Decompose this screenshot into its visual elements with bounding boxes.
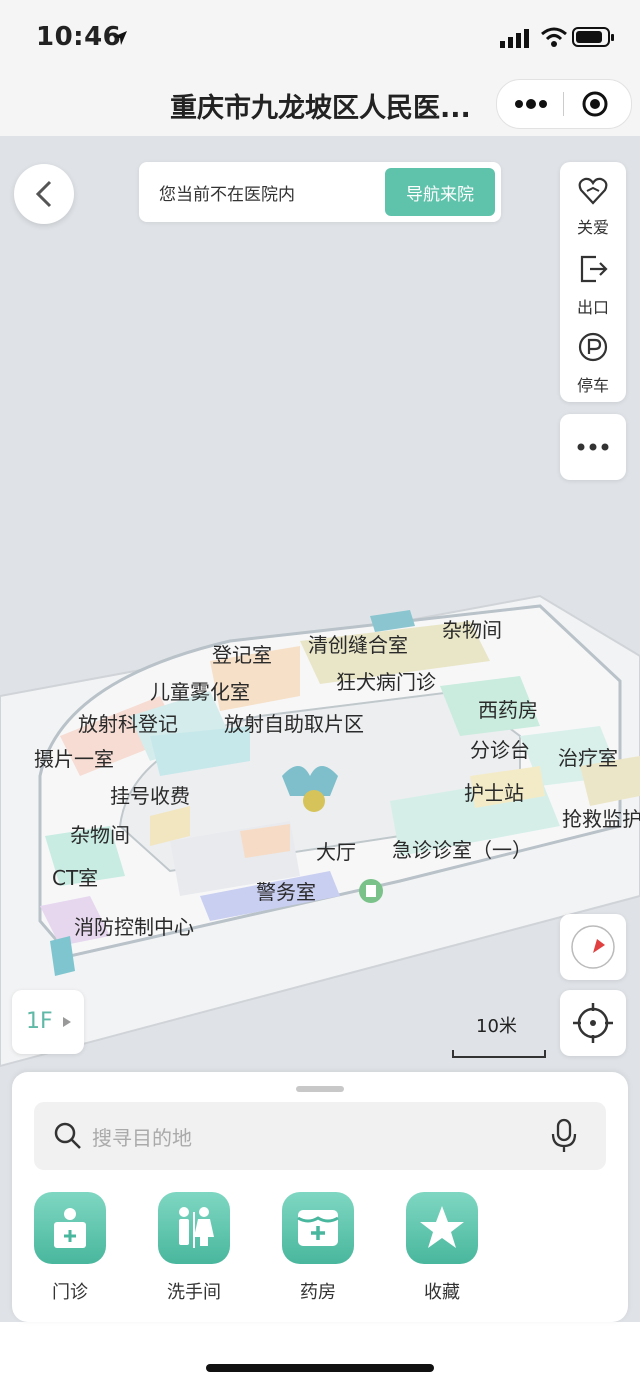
more-dots-icon[interactable] xyxy=(515,96,547,112)
care-button[interactable]: 关爱 xyxy=(560,168,626,244)
clinic-icon xyxy=(34,1192,106,1264)
locate-me-button[interactable] xyxy=(560,990,626,1056)
app-title: 重庆市九龙坡区人民医... xyxy=(170,93,471,124)
map-label[interactable]: 治疗室 xyxy=(558,742,618,771)
parking-icon xyxy=(578,332,608,362)
map-scale-bar xyxy=(452,1050,546,1058)
category-clinic[interactable]: 门诊 xyxy=(30,1192,110,1303)
triangle-right-icon xyxy=(63,1017,71,1027)
crosshair-icon xyxy=(573,1003,613,1043)
exit-icon xyxy=(580,255,608,283)
sheet-drag-handle[interactable] xyxy=(296,1086,344,1092)
miniapp-capsule xyxy=(496,79,632,129)
map-label[interactable]: 放射科登记 xyxy=(78,708,178,737)
search-bar[interactable]: 搜寻目的地 xyxy=(34,1102,606,1170)
map-label[interactable]: 护士站 xyxy=(464,777,524,806)
map-label[interactable]: 抢救监护 xyxy=(562,803,640,832)
parking-button[interactable]: 停车 xyxy=(560,326,626,402)
more-tools-button[interactable] xyxy=(560,414,626,480)
exit-button[interactable]: 出口 xyxy=(560,248,626,324)
map-label[interactable]: 大厅 xyxy=(316,836,356,865)
search-icon xyxy=(54,1122,81,1149)
bottom-sheet: 搜寻目的地 门诊 洗手间 药房 收藏 xyxy=(12,1072,628,1322)
care-heart-icon xyxy=(578,177,608,205)
location-notice: 您当前不在医院内 导航来院 xyxy=(139,162,501,222)
home-indicator xyxy=(206,1364,434,1372)
compass-button[interactable] xyxy=(560,914,626,980)
map-label[interactable]: 消防控制中心 xyxy=(74,911,194,940)
map-label[interactable]: 清创缝合室 xyxy=(308,629,408,658)
title-bar: 重庆市九龙坡区人民医... xyxy=(0,76,640,136)
more-dots-icon xyxy=(577,443,609,451)
pharmacy-icon xyxy=(282,1192,354,1264)
floor-switcher[interactable]: 1F xyxy=(12,990,84,1054)
status-bar: 10:46 xyxy=(0,0,640,76)
parking-label: 停车 xyxy=(576,376,609,395)
current-floor: 1F xyxy=(26,1009,53,1034)
care-label: 关爱 xyxy=(576,218,609,237)
category-restroom[interactable]: 洗手间 xyxy=(154,1192,234,1303)
map-label[interactable]: 摄片一室 xyxy=(34,743,114,772)
restroom-icon xyxy=(158,1192,230,1264)
map-label[interactable]: 登记室 xyxy=(212,639,272,668)
category-pharmacy[interactable]: 药房 xyxy=(278,1192,358,1303)
status-time: 10:46 xyxy=(36,22,122,52)
bottom-background xyxy=(0,1322,640,1385)
signal-icon xyxy=(500,29,529,48)
capsule-divider xyxy=(563,92,564,116)
wifi-icon xyxy=(541,27,567,47)
map-label[interactable]: 儿童雾化室 xyxy=(150,676,250,705)
map-scale-label: 10米 xyxy=(476,1016,517,1037)
map-label[interactable]: 急诊诊室（一） xyxy=(392,834,532,863)
microphone-icon[interactable] xyxy=(550,1118,578,1154)
category-label: 药房 xyxy=(300,1282,336,1303)
battery-icon xyxy=(572,27,614,47)
map-label[interactable]: CT室 xyxy=(52,862,98,891)
category-label: 收藏 xyxy=(424,1282,460,1303)
category-favorites[interactable]: 收藏 xyxy=(402,1192,482,1303)
navigate-to-hospital-button[interactable]: 导航来院 xyxy=(385,168,495,216)
search-input[interactable]: 搜寻目的地 xyxy=(92,1122,192,1151)
notice-text: 您当前不在医院内 xyxy=(159,185,295,205)
chevron-left-icon xyxy=(35,180,52,208)
map-label[interactable]: 分诊台 xyxy=(470,734,530,763)
category-label: 洗手间 xyxy=(167,1282,221,1303)
back-button[interactable] xyxy=(14,164,74,224)
map-label[interactable]: 杂物间 xyxy=(442,614,502,643)
location-arrow-icon xyxy=(113,31,127,45)
map-label[interactable]: 西药房 xyxy=(478,694,538,723)
exit-label: 出口 xyxy=(576,298,609,317)
map-label[interactable]: 放射自助取片区 xyxy=(224,708,364,737)
side-tools-panel: 关爱 出口 停车 xyxy=(560,162,626,402)
close-miniapp-icon[interactable] xyxy=(581,90,609,118)
compass-icon xyxy=(571,925,615,969)
map-label[interactable]: 狂犬病门诊 xyxy=(336,666,436,695)
star-icon xyxy=(406,1192,478,1264)
map-label[interactable]: 杂物间 xyxy=(70,819,130,848)
category-label: 门诊 xyxy=(52,1282,88,1303)
map-label[interactable]: 警务室 xyxy=(256,876,316,905)
map-label[interactable]: 挂号收费 xyxy=(110,780,190,809)
